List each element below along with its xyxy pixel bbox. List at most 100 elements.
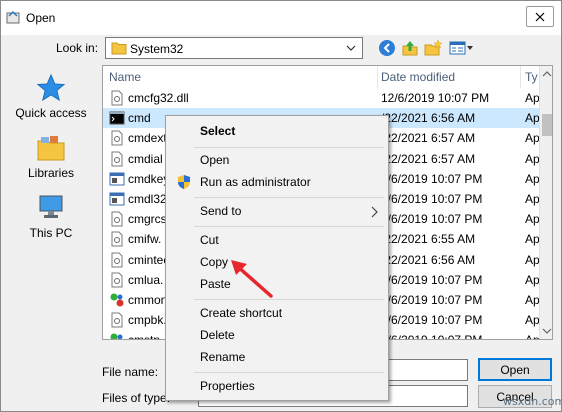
place-label: This PC bbox=[29, 226, 73, 240]
file-type: Ap bbox=[525, 171, 540, 186]
file-name: cmstp bbox=[128, 333, 160, 339]
up-folder-icon[interactable] bbox=[401, 39, 419, 57]
file-date: 2/6/2019 10:07 PM bbox=[381, 192, 483, 206]
menu-item-delete[interactable]: Delete bbox=[166, 324, 388, 346]
file-type: Ap bbox=[525, 192, 540, 206]
scroll-up-icon[interactable] bbox=[540, 66, 553, 82]
dll-icon bbox=[111, 211, 123, 227]
dll-icon bbox=[111, 252, 123, 268]
app-icon bbox=[109, 172, 125, 186]
file-row[interactable]: cmcfg32.dll 12/6/2019 10:07 PM Ap bbox=[103, 88, 540, 108]
look-in-value: System32 bbox=[130, 42, 184, 56]
network-app-icon bbox=[110, 333, 123, 339]
menu-item-label: Run as administrator bbox=[200, 175, 311, 189]
file-name: cmlua. bbox=[128, 272, 164, 287]
column-header-date[interactable]: Date modified bbox=[381, 66, 455, 88]
dll-icon bbox=[111, 90, 123, 106]
file-name: cmpbk. bbox=[128, 313, 167, 328]
file-name: cmdial bbox=[128, 151, 163, 166]
watermark: wsxdn.com bbox=[503, 395, 562, 408]
network-app-icon bbox=[110, 293, 124, 307]
star-icon bbox=[36, 73, 66, 102]
dll-icon bbox=[111, 151, 123, 167]
window-title: Open bbox=[26, 11, 56, 25]
file-date: 2/6/2019 10:07 PM bbox=[381, 171, 483, 186]
file-type: Ap bbox=[525, 293, 540, 307]
open-dialog: Open Look in: System32 Quick access Libr… bbox=[0, 0, 562, 412]
menu-separator bbox=[194, 147, 384, 148]
menu-item-label: Rename bbox=[200, 350, 246, 364]
files-of-type-label: Files of type: bbox=[102, 391, 171, 405]
column-separator[interactable] bbox=[520, 66, 521, 88]
close-icon bbox=[535, 12, 545, 22]
menu-separator bbox=[194, 197, 384, 198]
close-button[interactable] bbox=[526, 6, 554, 27]
column-separator[interactable] bbox=[377, 66, 378, 88]
column-header-type[interactable]: Ty bbox=[525, 66, 538, 88]
new-folder-icon[interactable] bbox=[424, 39, 442, 57]
menu-item-rename[interactable]: Rename bbox=[166, 346, 388, 368]
context-menu: Select Open Run as administrator Send to… bbox=[165, 115, 389, 401]
file-type: Ap bbox=[525, 272, 540, 287]
menu-item-label: Cut bbox=[200, 233, 219, 247]
file-name: cmifw. bbox=[128, 232, 162, 247]
file-date: /22/2021 6:55 AM bbox=[381, 232, 476, 247]
places-bar: Quick access Libraries This PC bbox=[4, 65, 98, 381]
menu-item-label: Delete bbox=[200, 328, 235, 342]
file-date: /22/2021 6:57 AM bbox=[381, 131, 476, 146]
chevron-right-icon bbox=[371, 206, 378, 218]
scroll-down-icon[interactable] bbox=[540, 323, 553, 339]
menu-item-select[interactable]: Select bbox=[166, 120, 388, 142]
file-type: Ap bbox=[525, 151, 540, 166]
menu-item-label: Select bbox=[200, 124, 236, 138]
menu-item-copy[interactable]: Copy bbox=[166, 251, 388, 273]
file-date: 2/6/2019 10:07 PM bbox=[381, 293, 483, 307]
file-date: /22/2021 6:56 AM bbox=[381, 111, 476, 126]
file-type: Ap bbox=[525, 252, 540, 267]
look-in-label: Look in: bbox=[56, 41, 99, 55]
place-this-pc[interactable]: This PC bbox=[4, 193, 98, 240]
back-icon[interactable] bbox=[378, 39, 396, 57]
menu-item-properties[interactable]: Properties bbox=[166, 375, 388, 397]
file-date: /22/2021 6:57 AM bbox=[381, 151, 476, 166]
place-quick-access[interactable]: Quick access bbox=[4, 73, 98, 120]
dll-icon bbox=[111, 272, 123, 288]
file-name: cmintec bbox=[128, 252, 170, 267]
file-date: 2/6/2019 10:07 PM bbox=[381, 313, 483, 328]
file-date: 2/6/2019 10:07 PM bbox=[381, 333, 482, 339]
file-name-label: File name: bbox=[102, 365, 159, 379]
file-name: cmdext bbox=[128, 131, 167, 146]
file-date: 2/6/2019 10:07 PM bbox=[381, 272, 483, 287]
look-in-combo[interactable]: System32 bbox=[105, 37, 363, 59]
libraries-icon bbox=[37, 136, 65, 161]
file-name: cmcfg32.dll bbox=[128, 91, 189, 105]
column-header-name[interactable]: Name bbox=[109, 66, 141, 88]
menu-item-create-shortcut[interactable]: Create shortcut bbox=[166, 302, 388, 324]
file-type: Ap bbox=[525, 91, 540, 105]
menu-item-open[interactable]: Open bbox=[166, 149, 388, 171]
file-name: cmdl32 bbox=[128, 192, 167, 206]
file-type: Ap bbox=[525, 131, 540, 146]
annotation-arrow-icon bbox=[231, 260, 273, 298]
folder-icon bbox=[111, 42, 127, 55]
dll-icon bbox=[111, 312, 123, 328]
open-button[interactable]: Open bbox=[478, 358, 552, 381]
open-dialog-icon bbox=[6, 10, 20, 24]
menu-item-label: Properties bbox=[200, 379, 255, 393]
menu-item-run-as-admin[interactable]: Run as administrator bbox=[166, 171, 388, 193]
file-date: /22/2021 6:56 AM bbox=[381, 252, 476, 267]
vertical-scrollbar[interactable] bbox=[539, 66, 553, 339]
view-menu-icon[interactable] bbox=[449, 39, 475, 57]
place-label: Quick access bbox=[15, 106, 87, 120]
menu-separator bbox=[194, 299, 384, 300]
place-libraries[interactable]: Libraries bbox=[4, 133, 98, 180]
menu-item-cut[interactable]: Cut bbox=[166, 229, 388, 251]
menu-item-send-to[interactable]: Send to bbox=[166, 200, 388, 222]
place-label: Libraries bbox=[27, 166, 75, 180]
chevron-down-icon bbox=[346, 45, 356, 51]
scroll-thumb[interactable] bbox=[542, 114, 552, 136]
menu-separator bbox=[194, 372, 384, 373]
file-date: 12/6/2019 10:07 PM bbox=[381, 91, 490, 105]
app-icon bbox=[109, 192, 125, 206]
menu-item-paste[interactable]: Paste bbox=[166, 273, 388, 295]
